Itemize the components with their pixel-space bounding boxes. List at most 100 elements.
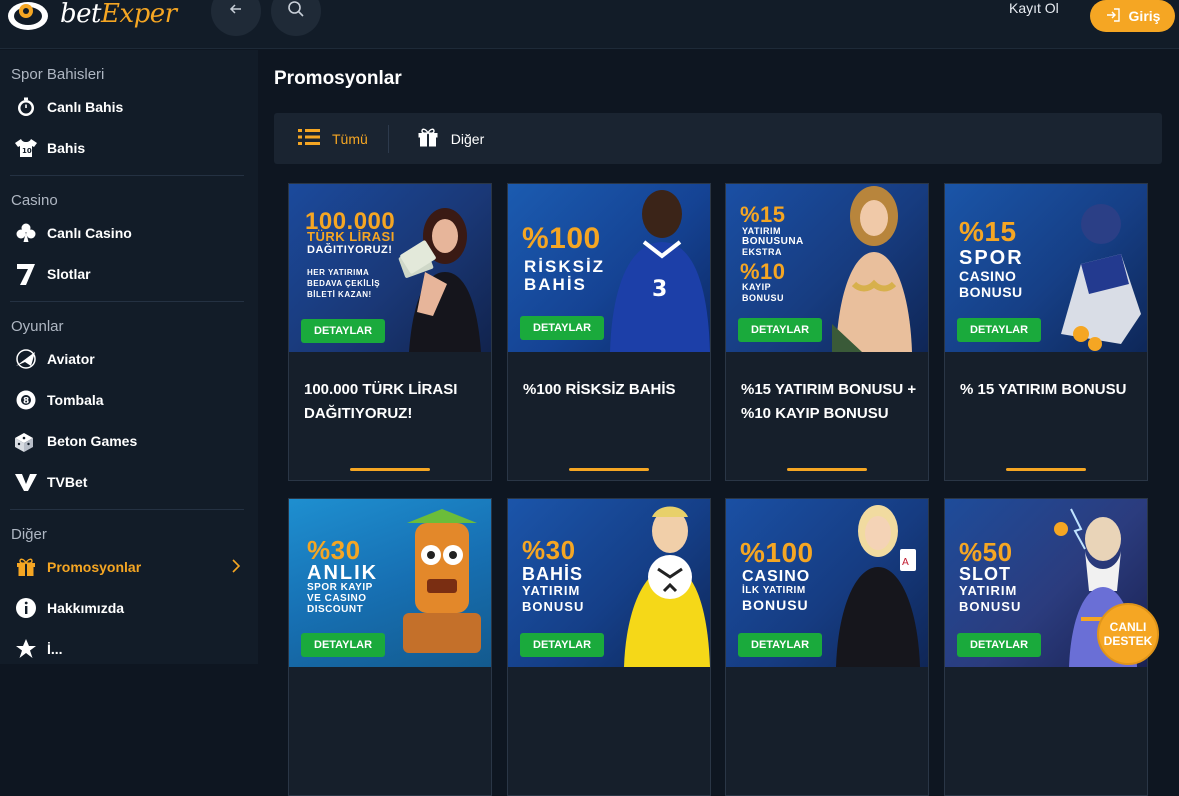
gift-icon	[13, 554, 39, 580]
chevron-right-icon	[232, 559, 241, 576]
banner-text: BEDAVA ÇEKİLİŞ	[307, 279, 381, 288]
banner-text: SPOR	[959, 247, 1024, 269]
sidebar-item-label: Beton Games	[47, 432, 138, 449]
banner-text: BONUSU	[742, 293, 785, 303]
dice-icon	[13, 428, 39, 454]
banner-text: İLK YATIRIM	[742, 585, 806, 596]
footballer-figure-image: 3	[604, 184, 710, 352]
filter-label: Diğer	[450, 130, 485, 147]
promo-banner: %15 SPOR CASINO BONUSU DETAYLAR	[945, 184, 1147, 352]
sidebar-item-canli-bahis[interactable]: Canlı Bahis	[0, 86, 258, 127]
support-label-line1: CANLI	[1109, 620, 1147, 634]
ball-icon: 8	[13, 387, 39, 413]
support-label-line2: DESTEK	[1103, 634, 1153, 648]
svg-text:A: A	[902, 557, 909, 568]
sidebar-item-aviator[interactable]: Aviator	[0, 338, 258, 379]
sidebar-item-promosyonlar[interactable]: Promosyonlar	[0, 546, 258, 587]
banner-text: %10	[740, 259, 786, 284]
banner-text: BONUSU	[522, 599, 585, 614]
banner-text: TÜRK LİRASI	[307, 229, 395, 244]
sidebar-item-label: Slotlar	[47, 265, 91, 282]
sidebar: Spor Bahisleri Canlı Bahis 10 Bahis Casi…	[0, 50, 258, 664]
card-accent-bar	[569, 468, 649, 471]
list-icon	[298, 128, 320, 149]
sidebar-item-slotlar[interactable]: Slotlar	[0, 253, 258, 294]
svg-text:10: 10	[22, 147, 32, 155]
sidebar-item-canli-casino[interactable]: Canlı Casino	[0, 212, 258, 253]
details-button[interactable]: DETAYLAR	[301, 319, 386, 343]
banner-text: BAHİS	[524, 275, 587, 294]
promo-card[interactable]: %15 YATIRIM BONUSUNA EKSTRA %10 KAYIP BO…	[725, 183, 929, 481]
footballer-figure-image	[604, 499, 710, 667]
filter-tab-all[interactable]: Tümü	[274, 113, 388, 164]
sidebar-item-bahis[interactable]: 10 Bahis	[0, 127, 258, 168]
star-icon	[13, 636, 39, 662]
banner-text: %30	[522, 535, 576, 565]
back-button[interactable]	[211, 0, 261, 36]
login-button[interactable]: Giriş	[1090, 0, 1175, 32]
search-button[interactable]	[271, 0, 321, 36]
banner-text: BİLETİ KAZAN!	[307, 290, 372, 299]
banner-text: %100	[740, 537, 814, 568]
promo-card-title: 100.000 TÜRK LİRASI DAĞITIYORUZ!	[304, 381, 458, 422]
plane-icon	[13, 346, 39, 372]
woman-figure-image	[397, 196, 491, 352]
v-icon	[13, 469, 39, 495]
live-support-button[interactable]: CANLI DESTEK	[1097, 603, 1159, 665]
logo[interactable]: betExper	[6, 0, 177, 32]
sidebar-item-tombala[interactable]: 8 Tombala	[0, 379, 258, 420]
details-button[interactable]: DETAYLAR	[520, 316, 605, 340]
arrow-left-icon	[229, 2, 243, 21]
promo-banner: %30 ANLIK SPOR KAYIP VE CASINO DISCOUNT …	[289, 499, 491, 667]
promo-card-title: %15 YATIRIM BONUSU + %10 KAYIP BONUSU	[741, 381, 917, 422]
login-icon	[1105, 7, 1121, 26]
banner-text: YATIRIM	[522, 583, 581, 598]
details-button[interactable]: DETAYLAR	[738, 633, 823, 657]
promo-banner: %30 BAHİS YATIRIM BONUSU DETAYLAR	[508, 499, 710, 667]
sidebar-item-beton-games[interactable]: Beton Games	[0, 420, 258, 461]
search-icon	[287, 0, 305, 23]
promo-card[interactable]: 3 %100 RİSKSİZ BAHİS DETAYLAR %100 RİSKS…	[507, 183, 711, 481]
details-button[interactable]: DETAYLAR	[957, 633, 1042, 657]
logo-mark-icon	[6, 0, 56, 30]
club-icon	[13, 220, 39, 246]
page-title: Promosyonlar	[274, 68, 402, 89]
promo-card[interactable]: 100.000 TÜRK LİRASI DAĞITIYORUZ! HER YAT…	[288, 183, 492, 481]
sidebar-section-title: Spor Bahisleri	[11, 66, 105, 83]
banner-text: %100	[522, 222, 601, 255]
details-button[interactable]: DETAYLAR	[957, 318, 1042, 342]
sidebar-item-label: TVBet	[47, 473, 88, 490]
banner-text: VE CASINO	[307, 593, 367, 604]
promo-card[interactable]: %15 SPOR CASINO BONUSU DETAYLAR % 15 YAT…	[944, 183, 1148, 481]
banner-text: HER YATIRIMA	[307, 268, 370, 277]
sidebar-item-tvbet[interactable]: TVBet	[0, 461, 258, 502]
promo-filter-bar: Tümü Diğer	[274, 113, 1162, 164]
banner-text: DISCOUNT	[307, 604, 364, 615]
banner-text: RİSKSİZ	[524, 257, 606, 276]
promo-card[interactable]: %30 BAHİS YATIRIM BONUSU DETAYLAR	[507, 498, 711, 796]
stopwatch-icon	[13, 94, 39, 120]
filter-tab-other[interactable]: Diğer	[389, 113, 504, 164]
details-button[interactable]: DETAYLAR	[520, 633, 605, 657]
banner-text: BAHİS	[522, 564, 584, 584]
promo-card[interactable]: A %100 CASINO İLK YATIRIM BONUSU DETAYLA…	[725, 498, 929, 796]
banner-text: YATIRIM	[959, 583, 1018, 598]
register-link[interactable]: Kayıt Ol	[1009, 0, 1059, 16]
promo-banner: %15 YATIRIM BONUSUNA EKSTRA %10 KAYIP BO…	[726, 184, 928, 352]
banner-text: KAYIP	[742, 282, 772, 292]
banner-text: %15	[740, 202, 786, 227]
promo-card[interactable]: %30 ANLIK SPOR KAYIP VE CASINO DISCOUNT …	[288, 498, 492, 796]
promo-banner: 100.000 TÜRK LİRASI DAĞITIYORUZ! HER YAT…	[289, 184, 491, 352]
sidebar-item-hakkimizda[interactable]: Hakkımızda	[0, 587, 258, 628]
sidebar-item-label: Hakkımızda	[47, 599, 125, 616]
sidebar-item-partial[interactable]: İ...	[0, 628, 258, 669]
details-button[interactable]: DETAYLAR	[301, 633, 386, 657]
sidebar-section-title: Casino	[11, 192, 58, 209]
logo-text: betExper	[60, 0, 177, 29]
sidebar-item-label: Canlı Casino	[47, 224, 132, 241]
details-button[interactable]: DETAYLAR	[738, 318, 823, 342]
banner-text: SLOT	[959, 564, 1011, 584]
tiki-mascot-image	[397, 509, 487, 667]
banner-text: %30	[307, 535, 361, 565]
banner-text: BONUSU	[959, 284, 1023, 300]
